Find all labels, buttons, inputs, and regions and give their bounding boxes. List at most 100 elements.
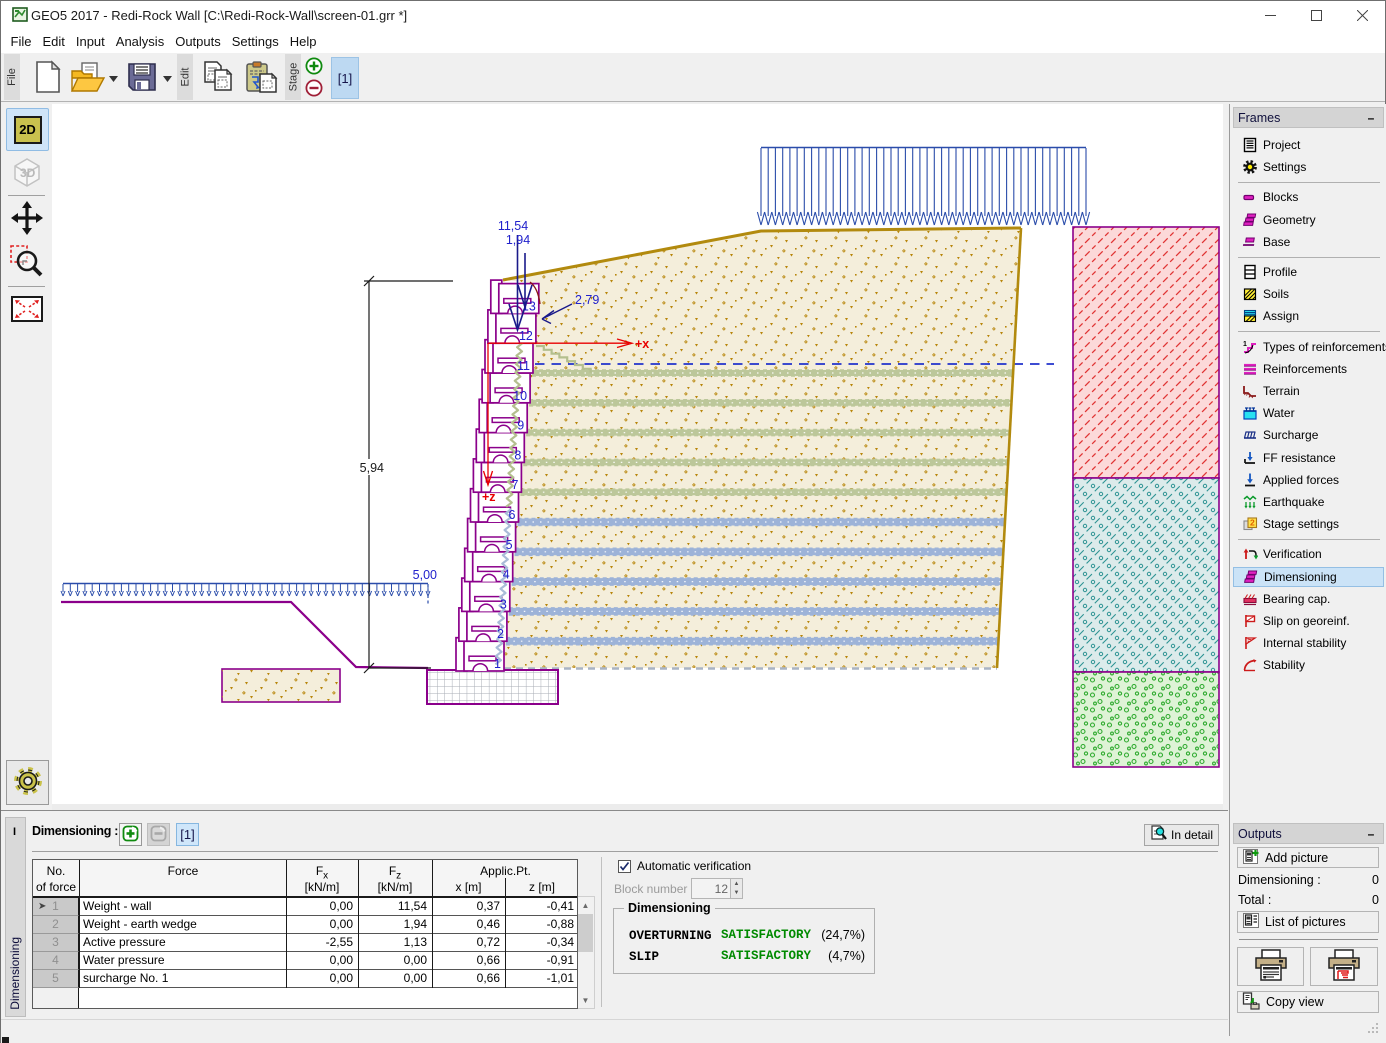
frames-minimize-button[interactable]: – [1365,112,1377,124]
frames-item-stage-settings[interactable]: 2 Stage settings [1233,514,1384,534]
plus-circle-icon [305,57,323,78]
frames-item-types-of-reinforcements[interactable]: 1 Types of reinforcements [1233,337,1384,357]
menu-file[interactable]: File [5,30,37,53]
stage-1-button[interactable]: [1] [331,57,359,99]
resize-grip[interactable] [1363,1019,1381,1035]
scroll-thumb[interactable] [578,914,593,952]
frames-item-bearing-cap[interactable]: Bearing cap. [1233,589,1384,609]
save-file-icon [126,61,158,96]
in-detail-icon [1150,825,1167,845]
soils-icon [1242,286,1258,302]
soil-layer-green [1073,672,1219,767]
table-row-5[interactable]: 5 surcharge No. 1 0,00 0,00 0,66 -1,01 [33,970,577,988]
frames-item-slip-on-georeinf[interactable]: Slip on georeinf. [1233,611,1384,631]
toolbar-separator [8,286,45,287]
maximize-button[interactable] [1293,1,1339,29]
menu-help[interactable]: Help [284,30,322,53]
frames-item-settings[interactable]: Settings [1233,157,1384,177]
frames-item-soils[interactable]: Soils [1233,284,1384,304]
frames-item-internal-stability[interactable]: Internal stability [1233,633,1384,653]
pan-tool-button[interactable] [10,201,44,237]
outputs-minimize-button[interactable]: – [1365,828,1377,840]
offset-label: 2,79 [575,293,599,307]
block-number-6: 6 [509,508,516,522]
menu-outputs[interactable]: Outputs [170,30,227,53]
menu-analysis[interactable]: Analysis [110,30,169,53]
toolbar-group-stage: Stage [285,54,301,100]
frames-item-blocks[interactable]: Blocks [1233,187,1384,207]
menu-edit[interactable]: Edit [37,30,70,53]
remove-analysis-button[interactable] [147,823,170,846]
frames-item-earthquake[interactable]: Earthquake [1233,492,1384,512]
frames-item-ff-resistance[interactable]: FF resistance [1233,448,1384,468]
dimensioning-icon [1243,569,1259,585]
spinner-down-button[interactable]: ▼ [730,888,742,898]
svg-text:2: 2 [1250,518,1255,528]
dimensioning-tab[interactable]: I Dimensioning [5,817,26,1017]
close-button[interactable] [1339,1,1385,29]
outputs-panel-header: Outputs – [1233,823,1384,844]
frames-item-reinforcements[interactable]: Reinforcements [1233,359,1384,379]
in-detail-button[interactable]: In detail [1144,824,1219,846]
stability-icon [1242,657,1258,673]
outputs-total-row: Total : 0 [1238,893,1379,907]
open-file-button[interactable] [69,57,107,99]
table-row-3[interactable]: 3 Active pressure -2,55 1,13 0,72 -0,34 [33,934,577,952]
print-button[interactable] [1237,947,1304,986]
soil-patch [222,669,340,702]
minimize-button[interactable] [1247,1,1293,29]
menu-settings[interactable]: Settings [226,30,284,53]
frames-item-profile[interactable]: Profile [1233,262,1384,282]
frames-item-geometry[interactable]: Geometry [1233,210,1384,230]
open-file-dropdown[interactable] [107,57,120,99]
frames-item-applied-forces[interactable]: Applied forces [1233,470,1384,490]
zoom-tool-button[interactable] [9,243,45,281]
frames-item-stability[interactable]: Stability [1233,655,1384,675]
add-picture-button[interactable]: Add picture [1237,847,1379,868]
analysis-1-button[interactable]: [1] [176,823,199,846]
copy-icon [202,60,236,97]
block-number-2: 2 [497,627,504,641]
add-stage-button[interactable] [304,58,324,77]
add-analysis-button[interactable] [119,823,142,846]
save-file-dropdown[interactable] [161,57,174,99]
scroll-up-button[interactable]: ▲ [578,897,593,913]
new-file-button[interactable] [29,57,67,99]
paste-button[interactable] [241,57,283,99]
frames-item-verification[interactable]: Verification [1233,544,1384,564]
frames-item-base[interactable]: Base [1233,232,1384,252]
terrain-left-line [61,602,428,668]
top-surcharge [757,148,1089,226]
settings-gear-button[interactable] [6,760,49,805]
frames-item-dimensioning[interactable]: Dimensioning [1233,567,1384,587]
internal-stability-icon [1242,635,1258,651]
copy-button[interactable] [199,57,239,99]
frames-item-assign[interactable]: Assign [1233,306,1384,326]
table-row-2[interactable]: 2 Weight - earth wedge 0,00 1,94 0,46 -0… [33,916,577,934]
drawing-canvas[interactable]: 5,00123456789101112135,94+x+z11,541,942,… [52,104,1223,804]
view-3d-button[interactable]: 3D [8,153,46,191]
menu-input[interactable]: Input [70,30,110,53]
remove-stage-button[interactable] [304,80,324,99]
outputs-separator [1239,939,1378,940]
frames-item-water[interactable]: Water [1233,403,1384,423]
dropdown-arrow-icon [163,71,172,85]
save-file-button[interactable] [123,57,161,99]
frames-item-terrain[interactable]: Terrain [1233,381,1384,401]
scroll-down-button[interactable]: ▼ [578,992,593,1008]
copy-view-button[interactable]: Copy view [1237,991,1379,1013]
view-2d-button[interactable]: 2D [6,108,49,151]
frames-item-project[interactable]: Project [1233,135,1384,155]
fit-view-button[interactable] [10,293,44,327]
print-view-button[interactable] [1310,947,1378,986]
table-row-4[interactable]: 4 Water pressure 0,00 0,00 0,66 -0,91 [33,952,577,970]
block-number-spinner[interactable]: 12 ▲ ▼ [691,878,743,899]
frames-separator [1238,182,1380,183]
block-number-3: 3 [500,597,507,611]
outputs-dimensioning-label: Dimensioning : [1238,873,1321,887]
list-of-pictures-button[interactable]: List of pictures [1237,911,1379,933]
automatic-verification-checkbox[interactable] [618,860,631,873]
table-row-1[interactable]: ➤1 Weight - wall 0,00 11,54 0,37 -0,41 [33,898,577,916]
table-scrollbar[interactable]: ▲ ▼ [578,896,595,1009]
frames-item-surcharge[interactable]: Surcharge [1233,425,1384,445]
